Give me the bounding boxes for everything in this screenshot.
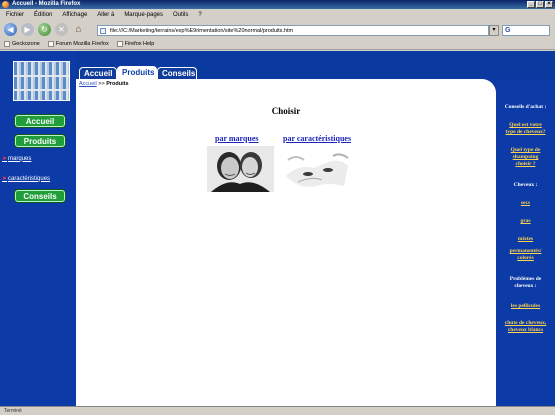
breadcrumb: Accueil >> Produits: [79, 81, 129, 87]
woman-photo-illustration: [278, 146, 353, 192]
couple-photo-illustration: [207, 146, 274, 192]
sidebar-button-produits[interactable]: Produits: [15, 135, 65, 147]
link-choix-shampoing[interactable]: Quel type de shampoing choisir ?: [496, 147, 555, 168]
problems-title: Problèmes de cheveux :: [509, 276, 542, 289]
menu-bar: Fichier Édition Affichage Aller à Marque…: [0, 9, 555, 21]
url-dropdown-button[interactable]: ▾: [489, 25, 499, 36]
link-cheveux-mixtes[interactable]: mixtes: [496, 236, 555, 243]
bookmark-firefox-help[interactable]: Firefox Help: [116, 39, 154, 49]
woman-photo[interactable]: [278, 146, 353, 192]
breadcrumb-separator: >>: [98, 81, 105, 87]
window-title: Accueil - Mozilla Firefox: [12, 1, 81, 7]
stop-icon[interactable]: ✕: [55, 23, 68, 36]
link-type-de-cheveux[interactable]: Quel est votre type de cheveux?: [496, 122, 555, 136]
menu-help[interactable]: ?: [198, 9, 201, 21]
breadcrumb-accueil-link[interactable]: Accueil: [79, 81, 97, 87]
link-cheveux-permanentes[interactable]: permanentés/ colorés: [496, 248, 555, 262]
home-icon[interactable]: ⌂: [72, 23, 85, 36]
url-text: file:///C:/Marketing/terrains/exp%E9rime…: [110, 28, 294, 34]
page-file-icon: [100, 28, 106, 34]
page-viewport: Accueil Produits ➤ marques ➤ caractérist…: [0, 51, 555, 406]
sidebar-button-accueil[interactable]: Accueil: [15, 115, 65, 127]
hair-title: Cheveux :: [513, 182, 538, 188]
tab-produits[interactable]: Produits: [117, 66, 157, 79]
menu-affichage[interactable]: Affichage: [62, 9, 87, 21]
link-pellicules[interactable]: les pellicules: [496, 303, 555, 310]
bookmark-page-icon: [4, 41, 10, 47]
menu-fichier[interactable]: Fichier: [6, 9, 24, 21]
red-arrow-icon: ➤: [2, 176, 8, 182]
couple-photo[interactable]: [207, 146, 274, 192]
forward-arrow-icon[interactable]: ▶: [21, 23, 34, 36]
sidebar-button-conseils[interactable]: Conseils: [15, 190, 65, 202]
maximize-button[interactable]: □: [536, 1, 544, 8]
right-sidebar: Conseils d'achat : Quel est votre type d…: [496, 79, 555, 406]
minimize-button[interactable]: _: [527, 1, 535, 8]
reload-icon[interactable]: ↻: [38, 23, 51, 36]
bookmarks-toolbar: Geckozone Forum Mozilla Firefox Firefox …: [0, 39, 555, 50]
link-cheveux-secs[interactable]: secs: [496, 200, 555, 207]
tab-conseils[interactable]: Conseils: [157, 67, 197, 79]
link-par-caracteristiques[interactable]: par caractéristiques: [283, 134, 351, 143]
menu-aller[interactable]: Aller à: [97, 9, 114, 21]
link-cheveux-gras[interactable]: gras: [496, 218, 555, 225]
bookmark-geckozone[interactable]: Geckozone: [4, 39, 40, 49]
search-engine-box[interactable]: G: [502, 25, 550, 36]
left-sidebar: Accueil Produits ➤ marques ➤ caractérist…: [0, 51, 76, 406]
bookmark-page-icon: [116, 41, 123, 47]
url-bar[interactable]: file:///C:/Marketing/terrains/exp%E9rime…: [97, 25, 489, 36]
firefox-logo-icon: [2, 1, 9, 8]
window-controls: _ □ ×: [527, 1, 553, 8]
tab-accueil[interactable]: Accueil: [79, 67, 117, 79]
link-chute-cheveux[interactable]: chute de cheveux, cheveux blancs: [496, 320, 555, 334]
close-button[interactable]: ×: [545, 1, 553, 8]
sidebar-link-marques[interactable]: ➤ marques: [2, 155, 31, 163]
sidebar-link-caracteristiques[interactable]: ➤ caractéristiques: [2, 175, 50, 183]
breadcrumb-current: Produits: [106, 81, 129, 87]
status-bar: Terminé: [0, 406, 555, 415]
link-par-marques[interactable]: par marques: [215, 134, 259, 143]
red-arrow-icon: ➤: [2, 156, 8, 162]
main-content: Accueil >> Produits Choisir par marques …: [76, 79, 496, 406]
window-titlebar: Accueil - Mozilla Firefox _ □ ×: [0, 0, 555, 9]
menu-outils[interactable]: Outils: [173, 9, 188, 21]
menu-marque-pages[interactable]: Marque-pages: [124, 9, 163, 21]
store-shelf-photo: [13, 61, 70, 101]
page-heading: Choisir: [271, 106, 301, 116]
advice-title: Conseils d'achat :: [504, 104, 547, 110]
bookmark-forum[interactable]: Forum Mozilla Firefox: [47, 39, 109, 49]
menu-edition[interactable]: Édition: [34, 9, 52, 21]
back-arrow-icon[interactable]: ◀: [4, 23, 17, 36]
bookmark-page-icon: [47, 41, 54, 47]
